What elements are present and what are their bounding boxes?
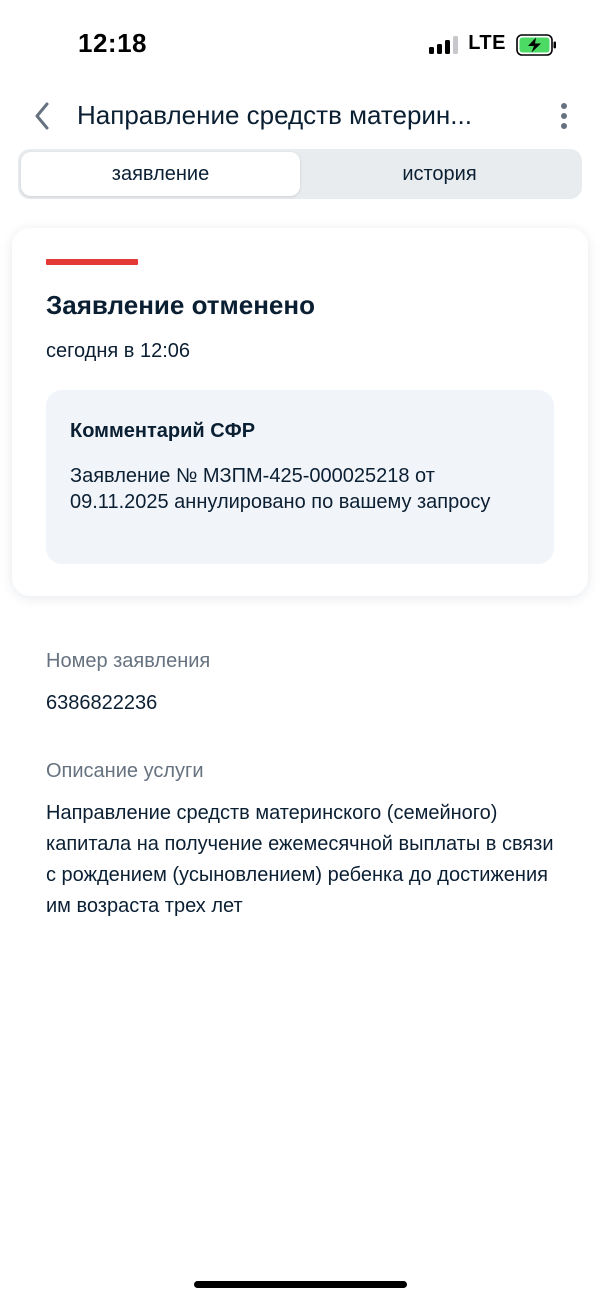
signal-strength-icon: [429, 34, 459, 54]
status-timestamp: сегодня в 12:06: [46, 340, 190, 362]
comment-box: Комментарий СФР Заявление № МЗПМ-425-000…: [46, 390, 554, 564]
battery-charging-icon: [516, 33, 556, 56]
service-description-label: Описание услуги: [46, 760, 204, 782]
back-button[interactable]: [24, 96, 60, 136]
status-bar: 12:18 LTE: [0, 0, 600, 90]
chevron-left-icon: [35, 102, 49, 130]
tab-history[interactable]: история: [300, 152, 579, 196]
home-indicator[interactable]: [194, 1281, 407, 1288]
application-number-label: Номер заявления: [46, 650, 211, 672]
tab-application[interactable]: заявление: [21, 152, 300, 196]
comment-text: Заявление № МЗПМ-425-000025218 от 09.11.…: [70, 465, 491, 513]
network-type-label: LTE: [468, 32, 506, 54]
page-title: Направление средств материн...: [77, 100, 472, 130]
status-indicator-bar: [46, 259, 138, 265]
more-options-button[interactable]: [552, 98, 576, 134]
status-time: 12:18: [78, 28, 147, 58]
service-description-value: Направление средств материнского (семейн…: [46, 802, 554, 917]
more-vertical-icon: [561, 103, 567, 109]
status-icons: LTE: [429, 32, 556, 56]
app-header: Направление средств материн...: [0, 90, 600, 142]
comment-title: Комментарий СФР: [70, 420, 256, 442]
status-title: Заявление отменено: [46, 290, 315, 320]
application-number-value: 6386822236: [46, 692, 158, 714]
segmented-tabs: заявление история: [18, 149, 582, 199]
status-card: Заявление отменено сегодня в 12:06 Комме…: [12, 228, 588, 596]
